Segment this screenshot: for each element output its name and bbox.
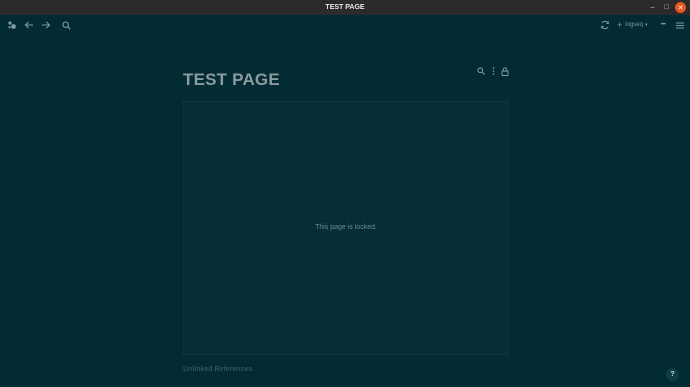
forward-arrow-icon[interactable] xyxy=(40,19,52,31)
right-sidebar-menu-icon[interactable] xyxy=(674,19,686,31)
page-title[interactable]: TEST PAGE xyxy=(183,70,280,90)
page-more-icon[interactable] xyxy=(488,66,498,76)
window-titlebar: TEST PAGE – □ ✕ xyxy=(0,0,690,15)
window-title: TEST PAGE xyxy=(325,4,365,11)
help-button[interactable]: ? xyxy=(666,368,679,381)
page-search-icon[interactable] xyxy=(476,66,486,76)
close-button[interactable]: ✕ xyxy=(675,2,686,13)
locked-message: This page is locked. xyxy=(315,224,377,231)
more-options-icon[interactable]: ••• xyxy=(657,19,669,31)
app-main: + logseq ▾ ••• TEST PAGE This page is lo… xyxy=(0,15,690,387)
repo-selector[interactable]: + logseq ▾ xyxy=(617,18,647,32)
sync-icon[interactable] xyxy=(599,19,611,31)
unlinked-references-toggle[interactable]: Unlinked References xyxy=(183,366,252,373)
lock-icon[interactable] xyxy=(500,66,510,76)
maximize-button[interactable]: □ xyxy=(661,2,672,13)
locked-content-panel: This page is locked. xyxy=(183,101,509,355)
left-sidebar-toggle-icon[interactable] xyxy=(6,19,18,31)
plus-icon: + xyxy=(617,20,623,30)
repo-label: logseq xyxy=(625,22,643,28)
chevron-down-icon: ▾ xyxy=(644,22,648,28)
back-arrow-icon[interactable] xyxy=(23,19,35,31)
search-icon[interactable] xyxy=(60,19,72,31)
minimize-button[interactable]: – xyxy=(647,2,658,13)
